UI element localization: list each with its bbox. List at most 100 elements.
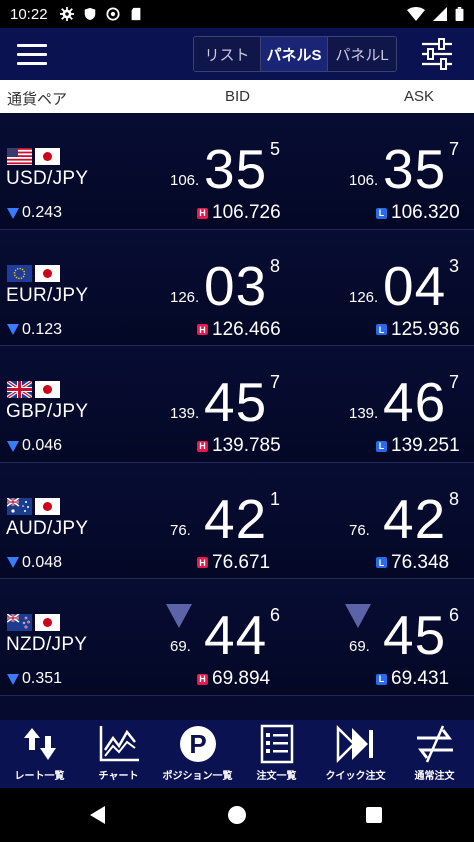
ask-price-button[interactable]: 69. 45 6: [349, 601, 469, 666]
wifi-icon: [407, 7, 425, 21]
currency-pair-label: NZD/JPY: [6, 634, 88, 655]
flag-gb-icon: [7, 381, 32, 398]
ask-price-button[interactable]: 106. 35 7: [349, 135, 469, 197]
bid-price-pip: 6: [270, 605, 281, 625]
flag-au-icon: [7, 497, 32, 515]
tab-panel-s[interactable]: パネルS: [260, 37, 328, 71]
flag-nz-icon: [7, 614, 32, 631]
recent-apps-icon[interactable]: [366, 807, 382, 823]
daily-low-value: 69.431: [391, 668, 450, 689]
daily-high-value: 106.726: [212, 202, 281, 223]
daily-low: L 125.936: [376, 319, 460, 341]
flag-eu-icon: [7, 264, 32, 282]
flag-jp-icon: [35, 148, 60, 165]
column-pair-label: 通貨ペア: [7, 91, 68, 108]
ask-price-big-digits: 45: [383, 604, 447, 666]
bid-price-prefix: 106.: [170, 172, 200, 189]
price-change-value: 0.123: [22, 320, 63, 338]
flag-jp-icon: [35, 381, 60, 398]
daily-low-value: 139.251: [391, 435, 460, 456]
bid-price-button[interactable]: 126. 03 8: [170, 252, 290, 314]
hamburger-menu-icon[interactable]: [0, 28, 64, 80]
bid-price-big-digits: 42: [204, 487, 268, 550]
back-icon[interactable]: [90, 806, 105, 824]
bid-price-prefix: 76.: [170, 521, 191, 539]
rate-panel-row[interactable]: USD/JPY 0.243 106. 35 5 106. 35 7 H 106.…: [0, 113, 474, 230]
bid-price-button[interactable]: 69. 44 6: [170, 601, 290, 663]
tab-panel-l[interactable]: パネルL: [328, 37, 396, 71]
order-list-icon: [260, 724, 293, 764]
nav-order-list[interactable]: 注文一覧: [237, 720, 316, 788]
ask-price-button[interactable]: 76. 42 8: [349, 485, 469, 547]
home-icon[interactable]: [228, 806, 246, 824]
nav-position-list[interactable]: P ポジション一覧: [158, 720, 237, 788]
shield-icon: [84, 7, 95, 21]
nav-chart[interactable]: チャート: [79, 720, 158, 788]
rate-panel-row[interactable]: AUD/JPY 0.048 76. 42 1 76. 42 8 H 76.671…: [0, 462, 474, 579]
bid-price-big-digits: 45: [204, 371, 268, 433]
signal-icon: [433, 7, 447, 21]
high-badge-icon: H: [197, 673, 208, 685]
daily-low: L 76.348: [376, 552, 449, 574]
ask-price-pip: 6: [449, 605, 460, 625]
rate-panel-row[interactable]: NZD/JPY 0.351 69. 44 6 69. 45 6 H 69.894…: [0, 579, 474, 696]
low-badge-icon: L: [376, 207, 387, 219]
ask-price-button[interactable]: 139. 46 7: [349, 368, 469, 430]
low-badge-icon: L: [376, 673, 387, 685]
price-change: 0.048: [7, 554, 62, 572]
gear-icon: [59, 7, 74, 21]
nav-quick-order[interactable]: クイック注文: [316, 720, 395, 788]
bid-price-button[interactable]: 76. 42 1: [170, 485, 290, 550]
price-change-value: 0.048: [22, 553, 63, 571]
daily-high-value: 76.671: [212, 551, 271, 573]
daily-low: L 106.320: [376, 202, 460, 224]
price-change-value: 0.351: [22, 670, 63, 687]
currency-pair-label: USD/JPY: [6, 168, 89, 189]
ask-price-pip: 3: [449, 255, 460, 276]
bid-price-button[interactable]: 106. 35 5: [170, 135, 290, 197]
bid-price-button[interactable]: 139. 45 7: [170, 368, 290, 433]
low-badge-icon: L: [376, 557, 387, 568]
nav-normal-order[interactable]: 通常注文: [395, 720, 474, 788]
currency-flags: [7, 264, 60, 282]
tab-list[interactable]: リスト: [194, 37, 260, 71]
high-badge-icon: H: [197, 324, 208, 335]
bid-price-pip: 1: [270, 488, 281, 509]
chart-icon: [99, 726, 139, 762]
high-badge-icon: H: [197, 207, 208, 219]
sliders-settings-icon[interactable]: [420, 38, 454, 70]
high-badge-icon: H: [197, 440, 208, 452]
change-down-arrow-icon: [7, 207, 19, 219]
column-ask-label: ASK: [403, 88, 434, 105]
rate-panel-row[interactable]: EUR/JPY 0.123 126. 03 8 126. 04 3 H 126.…: [0, 229, 474, 346]
nav-rate-list[interactable]: レート一覧: [0, 720, 79, 788]
daily-low: L 139.251: [376, 435, 460, 457]
bid-price-pip: 8: [270, 255, 281, 276]
daily-high: H 106.726: [197, 202, 281, 224]
ask-price-prefix: 69.: [349, 638, 370, 655]
change-down-arrow-icon: [7, 557, 19, 568]
column-header: 通貨ペア BID ASK: [0, 80, 474, 113]
normal-order-icon: [416, 725, 453, 763]
ask-price-prefix: 106.: [349, 172, 379, 189]
daily-high-value: 139.785: [212, 435, 281, 456]
svg-text:P: P: [189, 729, 206, 759]
rate-panel-row[interactable]: GBP/JPY 0.046 139. 45 7 139. 46 7 H 139.…: [0, 346, 474, 463]
price-change-value: 0.046: [22, 437, 63, 454]
currency-pair-label: GBP/JPY: [6, 401, 89, 422]
daily-high: H 69.894: [197, 668, 270, 690]
bottom-navigation: レート一覧 チャート P ポジション一覧 注文一覧 クイック注文 通常注文: [0, 720, 474, 788]
daily-high: H 139.785: [197, 435, 281, 457]
low-badge-icon: L: [376, 440, 387, 452]
currency-flags: [7, 614, 60, 631]
bid-price-prefix: 69.: [170, 638, 191, 655]
ask-price-button[interactable]: 126. 04 3: [349, 252, 469, 314]
ask-price-prefix: 126.: [349, 288, 379, 306]
rate-panel-list[interactable]: USD/JPY 0.243 106. 35 5 106. 35 7 H 106.…: [0, 113, 474, 720]
price-change: 0.046: [7, 437, 62, 455]
daily-high: H 76.671: [197, 552, 270, 574]
ask-price-pip: 7: [449, 139, 460, 159]
at-sign-icon: [105, 7, 120, 21]
currency-pair-label: AUD/JPY: [6, 517, 89, 539]
flag-jp-icon: [35, 497, 60, 515]
